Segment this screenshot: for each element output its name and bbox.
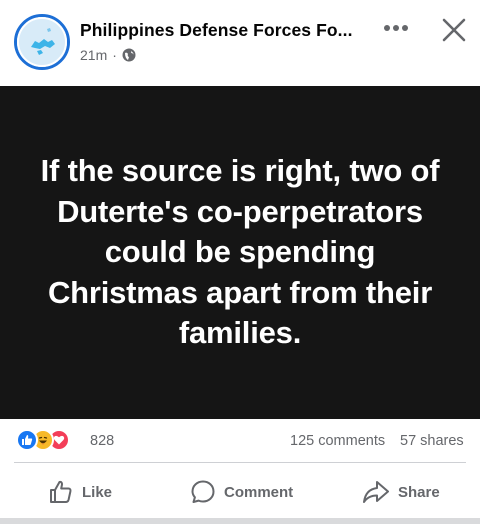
post-actions: Like Comment Share: [0, 466, 480, 518]
post-time[interactable]: 21m: [80, 47, 107, 63]
share-label: Share: [398, 483, 440, 501]
post-header: Philippines Defense Forces Fo... 21m ·: [0, 0, 480, 88]
more-options-button[interactable]: [376, 14, 416, 42]
globe-icon: [122, 48, 136, 62]
comment-label: Comment: [224, 483, 294, 501]
page-name[interactable]: Philippines Defense Forces Fo...: [80, 20, 353, 41]
like-button[interactable]: Like: [48, 474, 112, 510]
page-avatar[interactable]: [14, 14, 70, 70]
post-image-text: If the source is right, two of Duterte's…: [40, 153, 440, 351]
comment-button[interactable]: Comment: [190, 474, 293, 510]
map-logo-icon: [17, 17, 67, 67]
like-label: Like: [82, 483, 113, 501]
reaction-icons[interactable]: [16, 429, 70, 451]
meta-separator: ·: [112, 47, 117, 63]
divider: [14, 462, 466, 463]
more-icon: [384, 25, 408, 31]
post-image[interactable]: If the source is right, two of Duterte's…: [0, 86, 480, 419]
post-meta: 21m ·: [80, 47, 136, 63]
close-icon: [442, 18, 466, 42]
comments-count[interactable]: 125 comments: [290, 433, 385, 449]
share-button[interactable]: Share: [362, 474, 440, 510]
post-stats: 828 125 comments 57 shares: [0, 424, 480, 458]
close-button[interactable]: [436, 12, 472, 48]
share-icon: [363, 481, 389, 503]
like-reaction-icon: [16, 429, 38, 451]
comment-icon: [191, 480, 215, 503]
thumbs-up-icon: [50, 480, 72, 503]
bottom-separator: [0, 518, 480, 524]
shares-count[interactable]: 57 shares: [400, 433, 464, 449]
reaction-count[interactable]: 828: [90, 433, 114, 449]
